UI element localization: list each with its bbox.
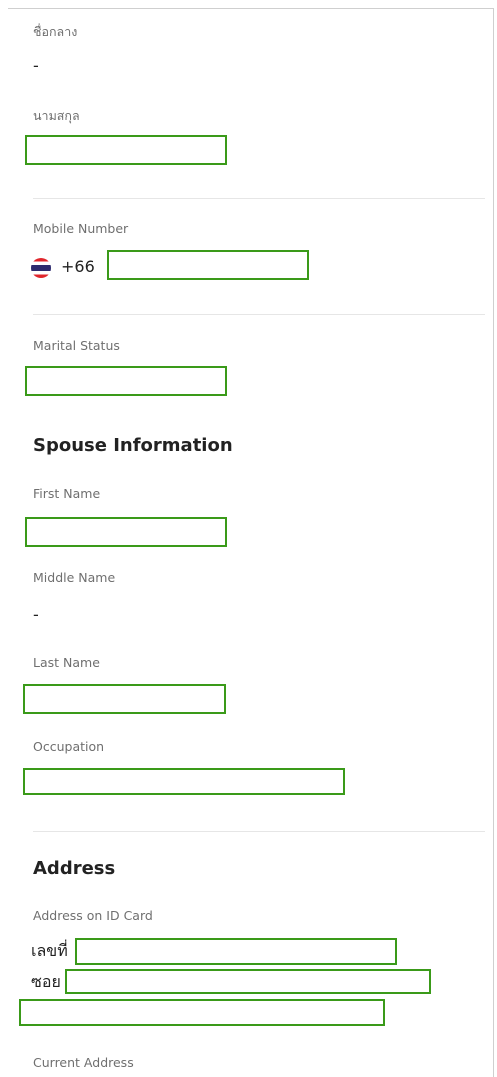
country-code: +66 — [61, 257, 95, 276]
thailand-flag-icon — [31, 257, 51, 278]
spouse-first-name-redacted-box — [25, 517, 227, 547]
soi-redacted-box — [65, 969, 431, 994]
address-line-redacted-box — [19, 999, 385, 1026]
spouse-occupation-label: Occupation — [33, 739, 105, 754]
mobile-number-redacted-box — [107, 250, 309, 280]
surname-label-th: นามสกุล — [33, 108, 80, 123]
divider — [33, 198, 485, 199]
middle-name-label-th: ชื่อกลาง — [33, 24, 78, 39]
divider — [33, 314, 485, 315]
marital-status-redacted-box — [25, 366, 227, 396]
current-address-label: Current Address — [33, 1055, 134, 1070]
spouse-last-name-label: Last Name — [33, 655, 100, 670]
spouse-middle-name-label: Middle Name — [33, 570, 116, 585]
spouse-information-heading: Spouse Information — [33, 435, 233, 456]
address-on-id-card-label: Address on ID Card — [33, 908, 153, 923]
house-number-redacted-box — [75, 938, 397, 965]
address-heading: Address — [33, 858, 116, 879]
surname-redacted-box — [25, 135, 227, 165]
middle-name-value: - — [33, 56, 39, 75]
spouse-middle-name-value: - — [33, 605, 39, 624]
spouse-first-name-label: First Name — [33, 486, 101, 501]
soi-prefix: ซอย — [31, 972, 61, 991]
house-number-prefix: เลขที่ — [31, 941, 68, 960]
divider — [33, 831, 485, 832]
spouse-last-name-redacted-box — [23, 684, 226, 714]
spouse-occupation-redacted-box — [23, 768, 345, 795]
marital-status-label: Marital Status — [33, 338, 120, 353]
mobile-number-label: Mobile Number — [33, 221, 129, 236]
